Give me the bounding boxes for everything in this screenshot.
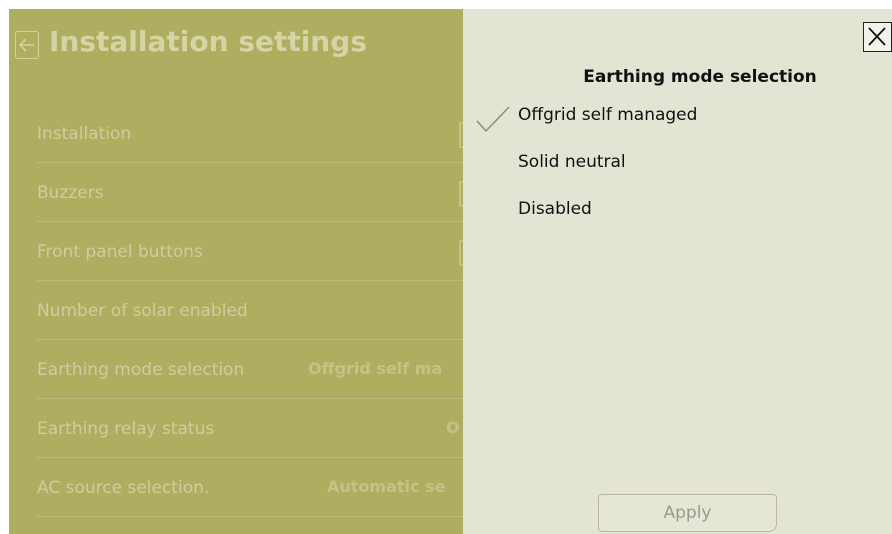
option-label: Offgrid self managed <box>518 105 698 125</box>
option-offgrid-self-managed[interactable]: Offgrid self managed <box>463 101 892 148</box>
settings-row-earthing-mode[interactable]: Earthing mode selection Offgrid self ma <box>37 340 463 399</box>
close-icon <box>868 27 886 46</box>
row-label: Installation <box>37 124 132 144</box>
settings-list: Installation Buzzers Front panel buttons… <box>37 104 463 517</box>
page-title: Installation settings <box>49 25 367 58</box>
row-label: Earthing relay status <box>37 419 215 439</box>
row-label: Front panel buttons <box>37 242 203 262</box>
option-solid-neutral[interactable]: Solid neutral <box>463 148 892 195</box>
row-value: O <box>446 418 460 437</box>
option-disabled[interactable]: Disabled <box>463 195 892 242</box>
option-list: Offgrid self managed Solid neutral Disab… <box>463 101 892 242</box>
back-arrow-icon <box>19 38 34 52</box>
row-value: Automatic se <box>327 477 446 496</box>
settings-row-number-of-solar[interactable]: Number of solar enabled <box>37 281 463 340</box>
settings-row-ac-source-selection[interactable]: AC source selection. Automatic se <box>37 458 463 517</box>
row-label: Earthing mode selection <box>37 360 245 380</box>
row-label: AC source selection. <box>37 478 210 498</box>
earthing-mode-selection-panel: Earthing mode selection Offgrid self man… <box>463 9 892 534</box>
settings-row-front-panel-buttons[interactable]: Front panel buttons <box>37 222 463 281</box>
installation-settings-page: Installation settings Installation Buzze… <box>9 9 463 534</box>
apply-button[interactable]: Apply <box>598 494 777 532</box>
settings-row-buzzers[interactable]: Buzzers <box>37 163 463 222</box>
option-label: Solid neutral <box>518 152 626 172</box>
settings-row-installation[interactable]: Installation <box>37 104 463 163</box>
row-label: Number of solar enabled <box>37 301 248 321</box>
row-value: Offgrid self ma <box>308 359 443 378</box>
panel-title: Earthing mode selection <box>583 67 817 87</box>
app-window: Installation settings Installation Buzze… <box>9 9 892 534</box>
option-label: Disabled <box>518 199 592 219</box>
back-button[interactable] <box>15 31 39 59</box>
settings-row-earthing-relay-status: Earthing relay status O <box>37 399 463 458</box>
close-button[interactable] <box>863 22 892 52</box>
row-label: Buzzers <box>37 183 104 203</box>
checkmark-icon <box>476 106 510 133</box>
